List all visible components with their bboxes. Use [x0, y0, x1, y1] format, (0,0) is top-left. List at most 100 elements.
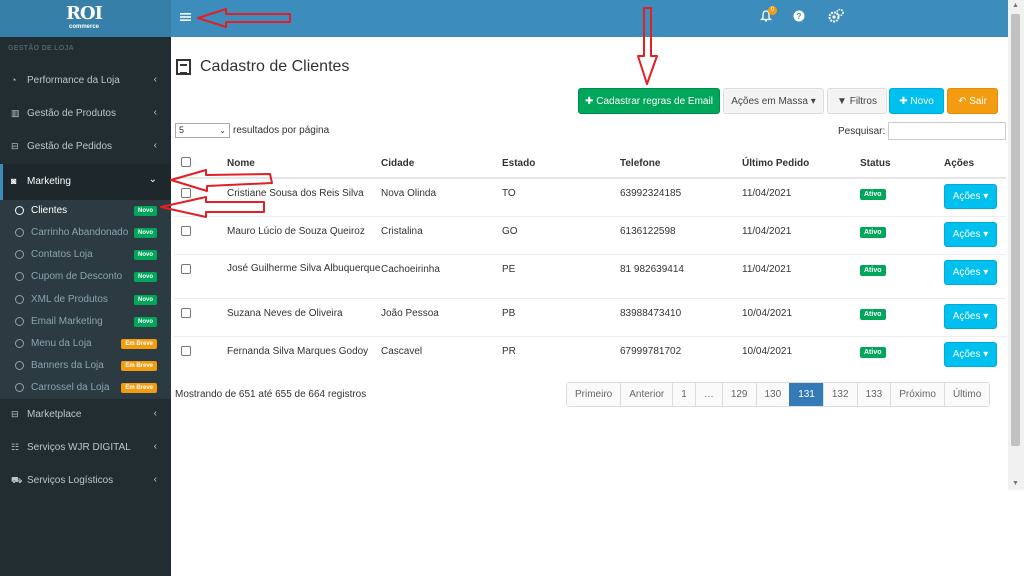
scrollbar-thumb[interactable] [1011, 14, 1020, 446]
table-row: José Guilherme Silva Albuquerque Cachoei… [174, 253, 1006, 298]
scroll-down-icon[interactable]: ▼ [1011, 480, 1020, 487]
search-input[interactable] [888, 122, 1006, 140]
table-row: Mauro Lúcio de Souza Queiroz Cristalina … [174, 215, 1006, 254]
submenu-item-label: Clientes [31, 205, 68, 216]
status-badge: Ativo [860, 308, 886, 320]
col-cidade[interactable]: Cidade [381, 150, 502, 179]
sidebar-item-produtos[interactable]: ▥ Gestão de Produtos ‹ [0, 98, 171, 130]
sidebar-item-label: Serviços Logísticos [27, 475, 114, 486]
row-checkbox-cell [174, 177, 227, 216]
row-checkbox[interactable] [181, 307, 191, 318]
cell-telefone: 6136122598 [620, 215, 742, 254]
col-nome[interactable]: Nome [227, 150, 381, 179]
col-status[interactable]: Status [860, 150, 944, 179]
bulk-actions-button[interactable]: Ações em Massa ▾ [723, 88, 824, 114]
pagination-page[interactable]: 132 [822, 383, 857, 406]
row-checkbox-cell [174, 215, 227, 254]
pagination-previous[interactable]: Anterior [620, 383, 673, 406]
submenu-item-label: Banners da Loja [31, 360, 104, 371]
sidebar-item-label: Serviços WJR DIGITAL [27, 442, 131, 453]
cell-estado: PE [502, 253, 620, 298]
row-actions-button[interactable]: Ações ▾ [944, 184, 997, 209]
exit-button[interactable]: ↶ Sair [947, 88, 998, 114]
clients-table: Nome Cidade Estado Telefone Último Pedid… [174, 150, 1006, 374]
logo[interactable]: ROI commerce [62, 4, 106, 34]
notification-badge: 0 [768, 6, 777, 15]
list-alt-icon [176, 59, 191, 75]
cell-status: Ativo [860, 253, 944, 298]
gears-icon[interactable] [826, 8, 846, 28]
submenu-item-carrossel[interactable]: Carrossel da Loja Em Breve [0, 377, 171, 399]
row-actions-button[interactable]: Ações ▾ [944, 259, 997, 285]
submenu-item-email-marketing[interactable]: Email Marketing Novo [0, 311, 171, 333]
circle-icon [15, 272, 24, 281]
pagination-page[interactable]: 129 [721, 383, 756, 406]
caret-down-icon: ▾ [983, 228, 989, 240]
coming-soon-badge: Em Breve [121, 361, 157, 371]
pagination-last[interactable]: Último [943, 383, 990, 406]
page-length-select[interactable]: 5 ⌄ [175, 123, 230, 138]
sidebar-item-label: Performance da Loja [27, 75, 120, 86]
sidebar-item-marketplace[interactable]: ⊟ Marketplace ‹ [0, 399, 171, 431]
submenu-item-label: Carrinho Abandonado [31, 227, 129, 238]
inbox-icon: ⊟ [11, 409, 19, 419]
bullhorn-icon: ◙ [11, 176, 17, 186]
row-actions-button[interactable]: Ações ▾ [944, 221, 997, 247]
pagination-current-page[interactable]: 131 [789, 383, 823, 406]
cell-estado: GO [502, 215, 620, 254]
sidebar-item-label: Marketplace [27, 409, 82, 420]
new-label: Novo [910, 96, 934, 107]
pagination-page[interactable]: 130 [755, 383, 790, 406]
pagination-next[interactable]: Próximo [890, 383, 944, 406]
row-actions-button[interactable]: Ações ▾ [944, 341, 997, 367]
inbox-icon: ⊟ [11, 141, 19, 151]
row-checkbox[interactable] [181, 188, 191, 198]
cell-cidade: João Pessoa [381, 297, 502, 336]
email-rules-button[interactable]: ✚ Cadastrar regras de Email [578, 88, 720, 114]
cell-acoes: Ações ▾ [944, 297, 1006, 336]
submenu-item-cupom[interactable]: Cupom de Desconto Novo [0, 266, 171, 288]
marketing-submenu: Clientes Novo Carrinho Abandonado Novo C… [0, 200, 171, 399]
pagination-page[interactable]: 133 [856, 383, 891, 406]
submenu-item-clientes[interactable]: Clientes Novo [0, 200, 171, 222]
row-checkbox[interactable] [181, 225, 191, 236]
cell-cidade: Nova Olinda [381, 177, 502, 216]
exit-label: Sair [969, 96, 987, 107]
sidebar-item-pedidos[interactable]: ⊟ Gestão de Pedidos ‹ [0, 131, 171, 163]
submenu-item-xml[interactable]: XML de Produtos Novo [0, 289, 171, 311]
pagination-first[interactable]: Primeiro [567, 383, 621, 406]
sidebar-item-marketing[interactable]: ◙ Marketing ⌄ [0, 164, 171, 200]
logo-area[interactable]: ROI commerce [0, 0, 171, 37]
submenu-item-contatos[interactable]: Contatos Loja Novo [0, 244, 171, 266]
cell-nome: José Guilherme Silva Albuquerque [227, 253, 381, 298]
cell-ultimo-pedido: 11/04/2021 [742, 253, 860, 298]
circle-icon [15, 361, 24, 370]
sidebar-item-performance[interactable]: ◔ Performance da Loja ‹ [0, 65, 171, 97]
row-checkbox[interactable] [181, 345, 191, 356]
col-telefone[interactable]: Telefone [620, 150, 742, 179]
pagination-page[interactable]: 1 [672, 383, 695, 406]
sidebar-item-servicos-logisticos[interactable]: ⛟ Serviços Logísticos ‹ [0, 465, 171, 497]
row-actions-label: Ações [952, 228, 981, 240]
filters-label: Filtros [849, 96, 877, 107]
new-button[interactable]: ✚ Novo [889, 88, 944, 114]
reply-icon: ↶ [958, 96, 967, 107]
menu-toggle-icon[interactable] [180, 11, 192, 25]
submenu-item-banners[interactable]: Banners da Loja Em Breve [0, 355, 171, 377]
sidebar-item-servicos-wjr[interactable]: ☷ Serviços WJR DIGITAL ‹ [0, 432, 171, 464]
cell-nome: Suzana Neves de Oliveira [227, 297, 381, 336]
scroll-up-icon[interactable]: ▲ [1011, 2, 1020, 9]
row-checkbox[interactable] [181, 263, 191, 274]
col-ultimo-pedido[interactable]: Último Pedido [742, 150, 860, 179]
dashboard-icon: ◔ [11, 75, 17, 85]
submenu-item-carrinho[interactable]: Carrinho Abandonado Novo [0, 222, 171, 244]
row-actions-button[interactable]: Ações ▾ [944, 303, 997, 329]
filters-button[interactable]: ▼ Filtros [827, 88, 887, 114]
col-estado[interactable]: Estado [502, 150, 620, 179]
submenu-item-menu-loja[interactable]: Menu da Loja Em Breve [0, 333, 171, 355]
sitemap-icon: ☷ [11, 442, 20, 452]
select-all-checkbox[interactable] [181, 157, 191, 167]
cell-estado: TO [502, 177, 620, 216]
help-icon[interactable]: ? [789, 8, 809, 28]
new-badge: Novo [134, 206, 157, 216]
